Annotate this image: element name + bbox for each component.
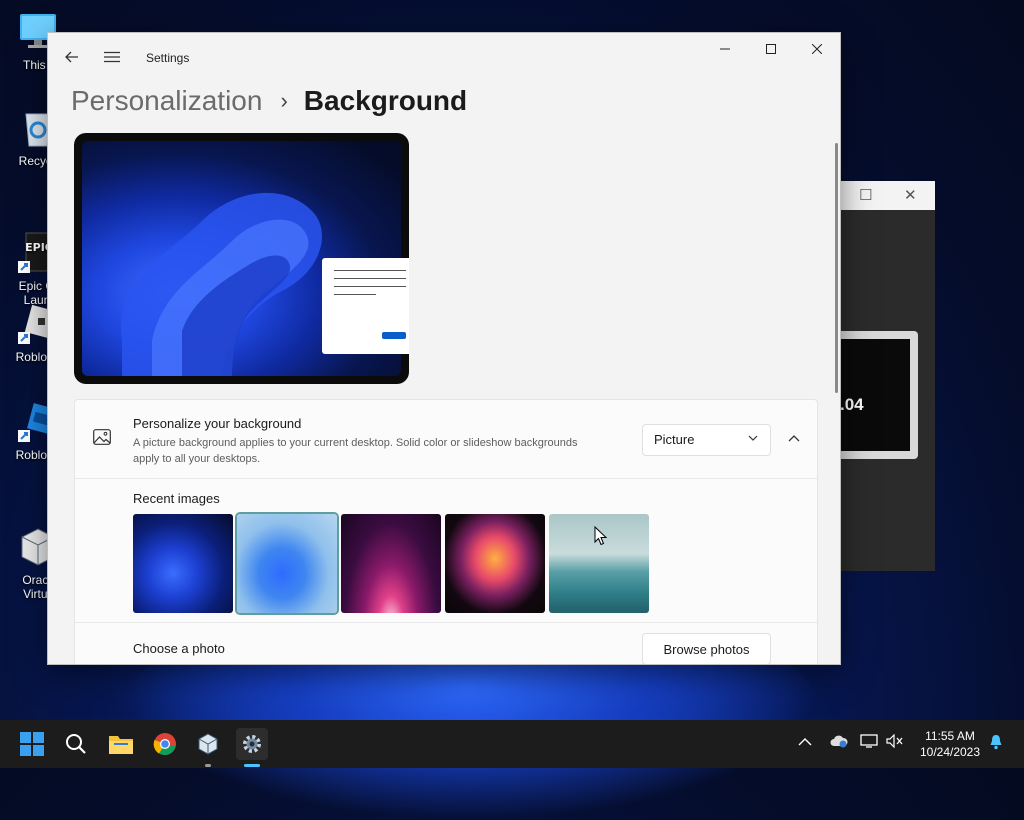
gear-icon	[243, 735, 261, 753]
personalize-title: Personalize your background	[133, 416, 302, 431]
bell-icon	[990, 735, 1002, 750]
minimize-icon	[720, 48, 730, 50]
network-tray-button[interactable]	[860, 734, 878, 751]
search-icon	[66, 734, 86, 754]
running-indicator	[205, 764, 211, 767]
taskbar-clock[interactable]: 11:55 AM 10/24/2023	[912, 728, 988, 760]
recent-image-thumbnail-selected[interactable]	[237, 514, 337, 613]
dropdown-value: Picture	[654, 432, 695, 447]
taskbar: 11:55 AM 10/24/2023	[0, 720, 1024, 768]
picture-icon	[93, 429, 111, 445]
speaker-muted-icon	[886, 733, 903, 749]
preview-line	[334, 278, 406, 279]
maximize-icon[interactable]: ☐	[859, 186, 872, 204]
notifications-button[interactable]	[989, 734, 1003, 753]
desktop-preview	[74, 133, 409, 384]
recent-image-thumbnail[interactable]	[341, 514, 441, 613]
breadcrumb-parent[interactable]: Personalization	[71, 85, 262, 117]
preview-line	[334, 270, 406, 271]
back-arrow-icon	[65, 51, 78, 63]
cloud-icon	[830, 735, 848, 748]
background-window-screen: .04	[840, 339, 910, 451]
recent-images-label: Recent images	[133, 491, 220, 506]
clock-time: 11:55 AM	[925, 729, 975, 743]
maximize-button[interactable]	[748, 33, 794, 65]
background-settings-panel: Personalize your background A picture ba…	[74, 399, 818, 664]
settings-window: Settings Personalization › Background Pe…	[48, 33, 840, 664]
chrome-button[interactable]	[149, 728, 181, 760]
app-title: Settings	[146, 51, 190, 65]
scrollbar[interactable]	[835, 143, 838, 393]
choose-photo-label: Choose a photo	[133, 641, 225, 656]
recent-images-section: Recent images	[75, 479, 817, 623]
windows-logo-icon	[20, 732, 44, 756]
search-button[interactable]	[60, 728, 92, 760]
browse-photos-button[interactable]: Browse photos	[642, 633, 771, 664]
network-icon	[860, 734, 878, 748]
background-window-text: .04	[840, 395, 864, 414]
preview-line	[334, 294, 376, 295]
clock-date: 10/24/2023	[919, 745, 981, 759]
close-icon	[812, 44, 822, 54]
file-explorer-button[interactable]	[105, 728, 137, 760]
nav-menu-button[interactable]	[98, 43, 126, 71]
preview-line	[334, 286, 406, 287]
volume-tray-button[interactable]	[886, 733, 904, 751]
preview-window	[322, 258, 409, 354]
breadcrumb: Personalization › Background	[71, 81, 467, 121]
background-window-content: .04	[840, 331, 918, 459]
chevron-up-icon	[788, 435, 800, 442]
background-window-titlebar: ☐ ✕	[840, 181, 935, 210]
choose-photo-row: Choose a photo Browse photos	[75, 623, 817, 664]
start-button[interactable]	[16, 728, 48, 760]
title-bar: Settings	[48, 33, 840, 81]
maximize-icon	[766, 44, 776, 54]
close-icon[interactable]: ✕	[904, 186, 917, 204]
breadcrumb-chevron-icon: ›	[280, 88, 288, 113]
background-window[interactable]: ☐ ✕ .04	[840, 181, 935, 571]
recent-image-thumbnail[interactable]	[445, 514, 545, 613]
chevron-up-icon	[798, 738, 812, 746]
virtualbox-taskbar-button[interactable]	[192, 728, 224, 760]
background-type-dropdown[interactable]: Picture	[642, 424, 771, 456]
chrome-icon	[153, 733, 176, 756]
settings-taskbar-button[interactable]	[236, 728, 268, 760]
close-button[interactable]	[794, 33, 840, 65]
page-title: Background	[303, 85, 468, 116]
mouse-pointer-icon	[594, 525, 608, 551]
folder-icon	[109, 736, 133, 754]
personalize-background-row: Personalize your background A picture ba…	[75, 400, 817, 479]
minimize-button[interactable]	[702, 33, 748, 65]
active-app-indicator	[244, 764, 260, 767]
hamburger-icon	[104, 51, 120, 63]
chevron-down-icon	[748, 435, 758, 441]
virtualbox-icon	[198, 733, 218, 755]
personalize-description: A picture background applies to your cur…	[133, 437, 578, 465]
show-hidden-icons-button[interactable]	[798, 734, 812, 750]
collapse-button[interactable]	[781, 426, 807, 452]
preview-button	[382, 332, 406, 339]
recent-image-thumbnail[interactable]	[133, 514, 233, 613]
onedrive-tray-button[interactable]	[830, 734, 848, 751]
back-button[interactable]	[58, 43, 86, 71]
